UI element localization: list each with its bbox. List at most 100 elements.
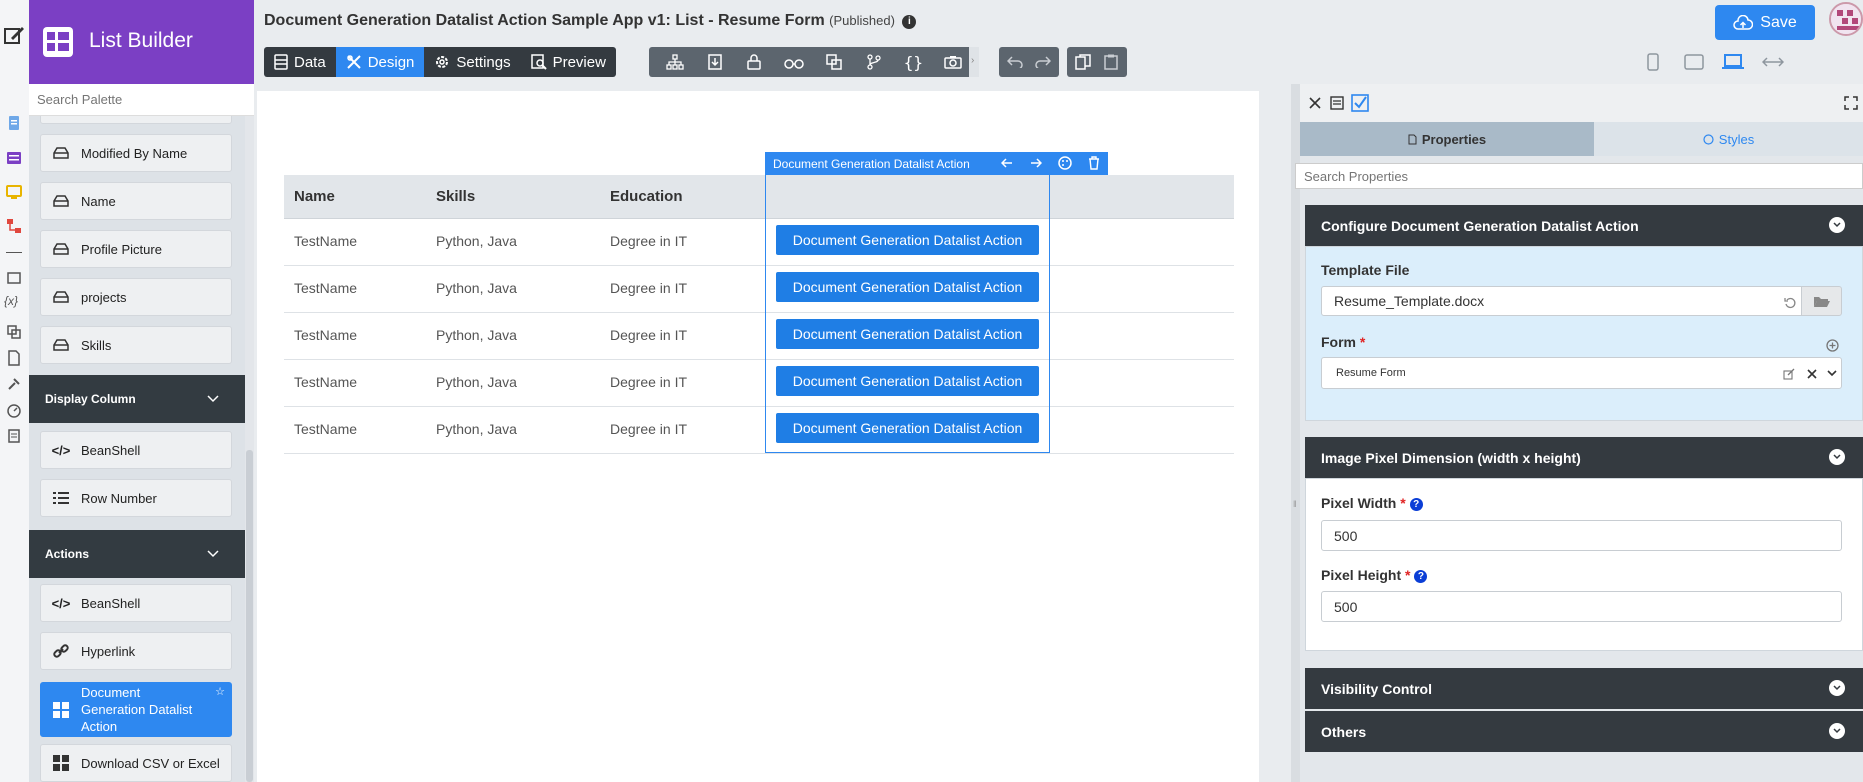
- userview-icon[interactable]: [6, 184, 22, 200]
- column-header-skills[interactable]: Skills: [436, 175, 475, 218]
- palette-item-row-number[interactable]: Row Number: [40, 479, 232, 517]
- palette-item-skills[interactable]: Skills: [40, 326, 232, 364]
- add-circle-icon[interactable]: [1826, 339, 1839, 352]
- tab-properties[interactable]: Properties: [1300, 122, 1594, 156]
- help-icon[interactable]: ?: [1414, 569, 1428, 583]
- template-file-input[interactable]: Resume_Template.docx: [1321, 286, 1803, 316]
- chevron-down-icon: [1829, 217, 1845, 233]
- pixel-width-input[interactable]: 500: [1321, 520, 1842, 551]
- section-actions[interactable]: Actions: [29, 530, 245, 578]
- column-header-name[interactable]: Name: [294, 175, 335, 218]
- help-icon[interactable]: ?: [1409, 497, 1423, 511]
- tree-button[interactable]: [655, 47, 695, 77]
- full-width-icon[interactable]: [1762, 55, 1784, 69]
- palette-item-profile-picture[interactable]: Profile Picture: [40, 230, 232, 268]
- process-icon[interactable]: [6, 218, 22, 234]
- section-display-column[interactable]: Display Column: [29, 375, 245, 423]
- chevron-down-icon: [1829, 680, 1845, 696]
- tab-design[interactable]: Design: [335, 47, 425, 77]
- export-button[interactable]: [695, 47, 735, 77]
- palette-item-partial[interactable]: [40, 116, 232, 124]
- properties-search-input[interactable]: [1296, 164, 1862, 188]
- pixel-height-input[interactable]: 500: [1321, 591, 1842, 622]
- browse-file-button[interactable]: [1801, 286, 1842, 316]
- document-icon[interactable]: [6, 115, 22, 131]
- palette-search-input[interactable]: [29, 84, 254, 115]
- undo-button[interactable]: [1001, 47, 1029, 77]
- message-icon[interactable]: [6, 271, 22, 287]
- cell-name: TestName: [294, 233, 358, 249]
- palette-item-label: BeanShell: [81, 595, 141, 611]
- builder-tabs: Data Design Settings Preview: [264, 47, 616, 77]
- section-visibility-control[interactable]: Visibility Control: [1305, 668, 1863, 709]
- edit-icon[interactable]: [3, 24, 25, 46]
- chevron-down-icon[interactable]: [1827, 370, 1837, 377]
- resource-icon[interactable]: [6, 324, 22, 340]
- expand-icon[interactable]: [1844, 96, 1858, 110]
- reset-icon[interactable]: [1784, 297, 1796, 309]
- branch-button[interactable]: [854, 47, 894, 77]
- edit-icon[interactable]: [1783, 368, 1795, 380]
- tablet-view-icon[interactable]: [1684, 54, 1704, 70]
- column-header-education[interactable]: Education: [610, 175, 683, 218]
- table-row: TestName Python, Java Degree in IT: [284, 360, 1234, 407]
- tab-settings[interactable]: Settings: [424, 47, 520, 77]
- section-configure[interactable]: Configure Document Generation Datalist A…: [1305, 205, 1863, 246]
- palette-item-label: Document Generation Datalist Action: [81, 685, 193, 734]
- tab-styles[interactable]: Styles: [1594, 122, 1863, 156]
- palette-item-beanshell-action[interactable]: </> BeanShell: [40, 584, 232, 622]
- palette-item-hyperlink[interactable]: Hyperlink: [40, 632, 232, 670]
- undo-redo-group: [999, 47, 1059, 77]
- palette-search[interactable]: [29, 84, 254, 116]
- screenshot-button[interactable]: [933, 47, 973, 77]
- permission-button[interactable]: [735, 47, 775, 77]
- clear-icon[interactable]: [1807, 369, 1817, 379]
- redo-button[interactable]: [1029, 47, 1057, 77]
- laptop-view-icon[interactable]: [1722, 54, 1744, 70]
- field-icon: [51, 335, 71, 355]
- copy-button[interactable]: [1069, 47, 1097, 77]
- palette-item-download-csv[interactable]: Download CSV or Excel: [40, 744, 232, 782]
- star-icon[interactable]: ☆: [215, 685, 225, 698]
- move-left-button[interactable]: [999, 155, 1015, 171]
- palette-item-modified-by-name[interactable]: Modified By Name: [40, 134, 232, 172]
- cell-skills: Python, Java: [436, 233, 517, 249]
- list-icon[interactable]: [6, 150, 22, 166]
- tab-data[interactable]: Data: [264, 47, 336, 77]
- properties-search[interactable]: [1295, 163, 1863, 189]
- undo-icon: [1007, 56, 1023, 68]
- variable-icon[interactable]: {x}: [4, 294, 26, 310]
- info-icon[interactable]: i: [902, 14, 917, 29]
- design-icon: [346, 55, 361, 69]
- gauge-icon[interactable]: [6, 402, 22, 418]
- toolbar-collapse[interactable]: ›: [969, 47, 979, 77]
- palette-item-beanshell-column[interactable]: </> BeanShell: [40, 431, 232, 469]
- move-right-button[interactable]: [1028, 155, 1044, 171]
- section-title: Configure Document Generation Datalist A…: [1321, 217, 1639, 234]
- log-icon[interactable]: [6, 428, 22, 444]
- style-button[interactable]: [1057, 155, 1073, 171]
- palette-item-projects[interactable]: projects: [40, 278, 232, 316]
- camera-icon: [944, 56, 962, 69]
- json-button[interactable]: {}: [894, 47, 934, 77]
- section-pixel-dimension[interactable]: Image Pixel Dimension (width x height): [1305, 437, 1863, 478]
- delete-button[interactable]: [1086, 155, 1102, 171]
- section-others[interactable]: Others: [1305, 711, 1863, 752]
- list-icon[interactable]: [1330, 96, 1344, 110]
- checkbox-checked-icon[interactable]: [1351, 94, 1369, 112]
- field-icon: [51, 287, 71, 307]
- save-button[interactable]: Save: [1715, 5, 1815, 40]
- palette-item-document-generation[interactable]: Document Generation Datalist Action ☆: [40, 682, 232, 737]
- palette-scrollbar-thumb[interactable]: [246, 450, 253, 782]
- palette-item-name[interactable]: Name: [40, 182, 232, 220]
- glasses-button[interactable]: [774, 47, 814, 77]
- translate-button[interactable]: [814, 47, 854, 77]
- mobile-view-icon[interactable]: [1647, 53, 1659, 71]
- plugin-icon[interactable]: [6, 376, 22, 392]
- file-icon[interactable]: [6, 350, 22, 366]
- tab-preview[interactable]: Preview: [521, 47, 616, 77]
- avatar[interactable]: [1829, 2, 1863, 36]
- close-icon[interactable]: [1308, 96, 1322, 110]
- form-select[interactable]: Resume Form: [1321, 357, 1842, 389]
- paste-button[interactable]: [1097, 47, 1125, 77]
